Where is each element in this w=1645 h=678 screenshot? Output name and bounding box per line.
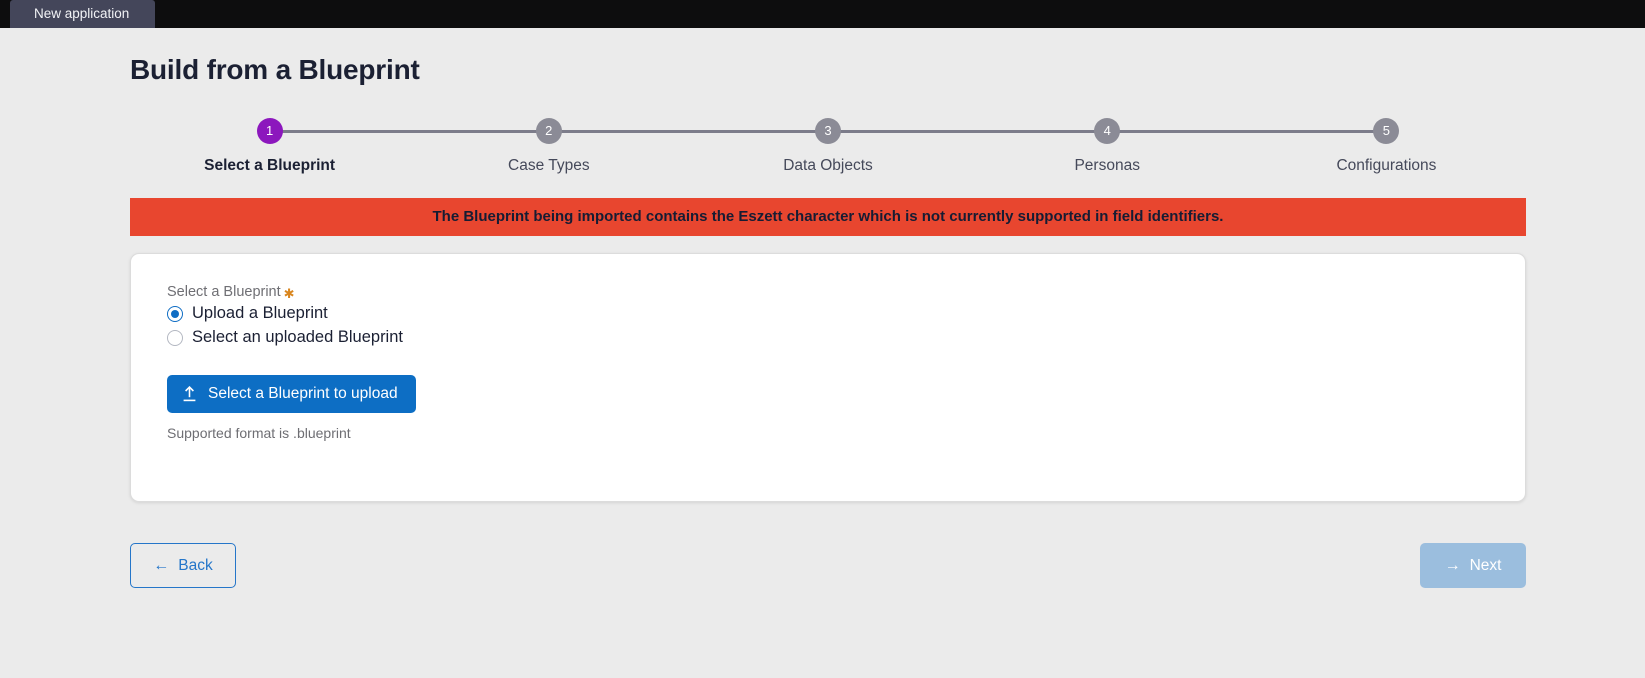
stepper-step-3[interactable]: 3 Data Objects bbox=[688, 118, 1108, 175]
arrow-right-icon: → bbox=[1444, 556, 1461, 574]
stepper-connector bbox=[548, 130, 828, 133]
error-banner-message: The Blueprint being imported contains th… bbox=[432, 208, 1224, 225]
radio-option-upload-a-blueprint[interactable]: Upload a Blueprint bbox=[167, 302, 1489, 325]
wizard-footer: ← Back → Next bbox=[130, 543, 1526, 588]
blueprint-field-label: Select a Blueprint ✱ bbox=[167, 284, 1489, 300]
supported-format-helper-text: Supported format is .blueprint bbox=[167, 425, 351, 441]
form-card: Select a Blueprint ✱ Upload a Blueprint … bbox=[130, 253, 1526, 502]
blueprint-field-label-text: Select a Blueprint bbox=[167, 284, 281, 300]
stepper-step-bullet: 2 bbox=[535, 118, 562, 144]
page-body: Build from a Blueprint 1 Select a Bluepri… bbox=[0, 28, 1645, 678]
upload-icon bbox=[182, 386, 197, 402]
required-asterisk-icon: ✱ bbox=[283, 285, 295, 301]
stepper-step-label: Personas bbox=[1074, 157, 1140, 174]
stepper-step-bullet: 3 bbox=[815, 118, 841, 144]
error-banner: The Blueprint being imported contains th… bbox=[130, 198, 1526, 236]
wizard-stepper: 1 Select a Blueprint 2 Case Types 3 Data Obje… bbox=[130, 118, 1526, 194]
select-blueprint-to-upload-label: Select a Blueprint to upload bbox=[208, 385, 398, 402]
radio-upload-a-blueprint-input[interactable] bbox=[167, 305, 183, 322]
back-button[interactable]: ← Back bbox=[130, 543, 236, 588]
window-tab-bar: New application bbox=[0, 0, 1645, 28]
stepper-connector bbox=[269, 130, 549, 133]
stepper-connector bbox=[1107, 130, 1387, 133]
radio-select-uploaded-blueprint-label: Select an uploaded Blueprint bbox=[192, 328, 403, 346]
window-tab-label: New application bbox=[34, 6, 130, 21]
arrow-left-icon: ← bbox=[153, 556, 170, 574]
back-button-label: Back bbox=[178, 556, 213, 574]
stepper-step-label: Data Objects bbox=[783, 157, 873, 174]
next-button[interactable]: → Next bbox=[1420, 543, 1526, 588]
banner-column: The Blueprint being imported contains th… bbox=[130, 198, 1526, 588]
content-column: Build from a Blueprint 1 Select a Bluepri… bbox=[130, 28, 1526, 194]
stepper-step-bullet: 4 bbox=[1094, 118, 1121, 144]
stepper-step-bullet: 5 bbox=[1373, 118, 1400, 144]
stepper-step-4[interactable]: 4 Personas bbox=[968, 118, 1387, 175]
stepper-step-2[interactable]: 2 Case Types bbox=[409, 118, 828, 175]
stepper-connector bbox=[828, 130, 1108, 133]
radio-select-uploaded-blueprint-input[interactable] bbox=[167, 329, 183, 346]
stepper-step-label: Configurations bbox=[1336, 157, 1437, 174]
stepper-step-label: Case Types bbox=[508, 157, 590, 174]
stepper-step-1[interactable]: 1 Select a Blueprint bbox=[130, 118, 549, 175]
select-blueprint-to-upload-button[interactable]: Select a Blueprint to upload bbox=[167, 375, 416, 413]
stepper-step-5[interactable]: 5 Configurations bbox=[1247, 118, 1526, 175]
window-tab-new-application[interactable]: New application bbox=[10, 0, 156, 28]
radio-upload-a-blueprint-label: Upload a Blueprint bbox=[192, 304, 328, 322]
stepper-step-label: Select a Blueprint bbox=[204, 157, 336, 174]
stepper-steps: 1 Select a Blueprint 2 Case Types 3 Data Obje… bbox=[130, 118, 1526, 175]
next-button-label: Next bbox=[1469, 556, 1502, 574]
page-title: Build from a Blueprint bbox=[130, 54, 420, 85]
stepper-step-bullet: 1 bbox=[256, 118, 283, 144]
radio-option-select-an-uploaded-blueprint[interactable]: Select an uploaded Blueprint bbox=[167, 326, 1489, 349]
